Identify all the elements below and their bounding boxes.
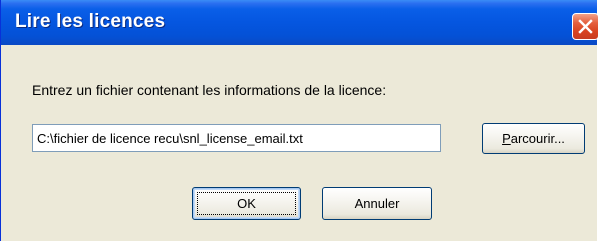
prompt-label: Entrez un fichier contenant les informat… <box>32 82 387 98</box>
dialog-body: Entrez un fichier contenant les informat… <box>1 45 597 241</box>
cancel-button[interactable]: Annuler <box>322 187 432 220</box>
focus-rectangle <box>197 192 296 215</box>
browse-mnemonic: P <box>502 131 511 146</box>
close-button[interactable] <box>572 13 598 40</box>
dialog-title: Lire les licences <box>15 11 166 32</box>
cancel-label: Annuler <box>354 196 400 211</box>
browse-label: arcourir... <box>510 131 565 146</box>
license-file-path-input[interactable] <box>32 124 441 152</box>
close-icon <box>578 19 593 34</box>
ok-button[interactable]: OK <box>192 187 301 220</box>
title-bar[interactable]: Lire les licences <box>1 0 598 45</box>
dialog-window: Lire les licences Entrez un fichier cont… <box>0 0 598 241</box>
browse-button[interactable]: Parcourir... <box>482 123 585 154</box>
